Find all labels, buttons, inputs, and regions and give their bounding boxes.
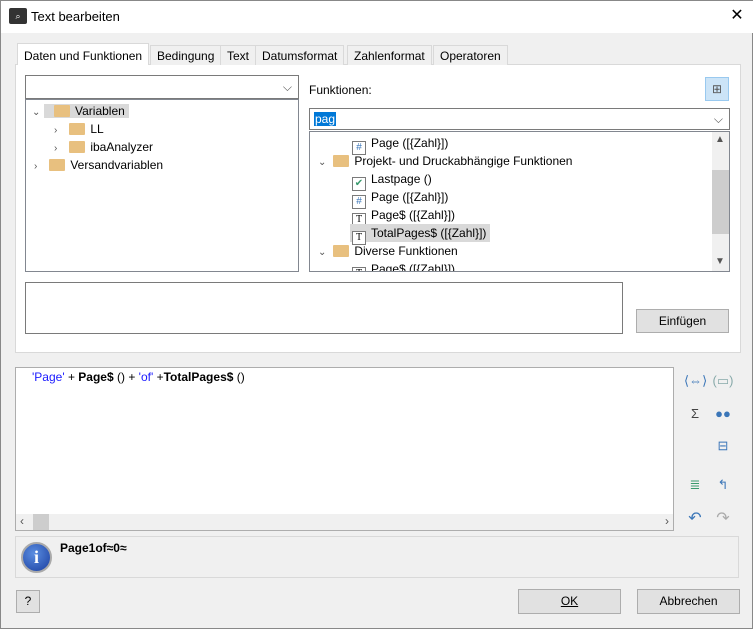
tab-bedingung[interactable]: Bedingung [150,45,222,65]
format-icon[interactable]: ⊟ [712,435,734,457]
formula-token-op: + [153,370,164,384]
tab-zahlenformat[interactable]: Zahlenformat [347,45,432,65]
formula-token-op: () [233,370,245,384]
tab-text[interactable]: Text [220,45,257,65]
function-item[interactable]: ✔ Lastpage () [352,170,432,191]
chevron-down-icon[interactable]: ⌄ [32,104,44,122]
chevron-down-icon: ⌵ [713,112,723,126]
chevron-down-icon: ⌵ [282,80,292,94]
function-item[interactable]: # Page ([{Zahl}]) [352,134,449,155]
ok-button[interactable]: OK [518,589,621,614]
function-description [25,282,623,334]
undo-icon[interactable]: ↶ [684,508,706,530]
function-search-input[interactable]: pag ⌵ [309,108,730,130]
folder-icon [69,141,86,153]
app-icon: ⌕ [9,8,27,24]
scrollbar-thumb[interactable] [33,514,49,530]
horizontal-scrollbar[interactable]: ‹ › [16,514,673,530]
chevron-right-icon[interactable]: › [34,158,46,176]
function-item[interactable]: TPage$ ([{Zahl}]) [352,206,456,227]
scroll-up-icon[interactable]: ▲ [715,134,725,145]
formula-token-fn: Page$ [78,370,114,384]
function-item[interactable]: T Page$ ([{Zahl}]) [352,260,456,272]
scroll-down-icon[interactable]: ▼ [715,256,725,267]
window-title: Text bearbeiten [31,9,120,24]
tab-datumsformat[interactable]: Datumsformat [255,45,345,65]
search-value: pag [314,112,337,126]
formula-token-fn: TotalPages$ [163,370,234,384]
function-label: Page ([{Zahl}]) [371,190,449,204]
text-type-icon: T [352,267,366,271]
tree-item-variablen[interactable]: Variablen [44,104,129,118]
tree-item-versandvariablen[interactable]: › Versandvariablen [34,156,163,174]
tab-operatoren[interactable]: Operatoren [433,45,508,65]
variable-folder-icon [54,105,70,117]
folder-label: Projekt- und Druckabhängige Funktionen [354,154,573,168]
formula-token-str: 'of' [138,370,154,384]
formula-editor[interactable]: 'Page' + Page$ () + 'of' +TotalPages$ ()… [15,367,674,531]
function-label: TotalPages$ ([{Zahl}]) [371,226,487,240]
formula-token-str: 'Page' [32,370,65,384]
bracket-box-icon[interactable]: (▭) [712,370,734,392]
result-box: i Page1of≈0≈ [15,536,739,578]
folder-icon [333,245,350,257]
scroll-right-icon[interactable]: › [665,514,669,528]
cancel-button[interactable]: Abbrechen [637,589,740,614]
indent-icon[interactable]: ≣ [684,474,706,496]
tree-label: ibaAnalyzer [90,140,154,154]
function-tree[interactable]: # Page ([{Zahl}]) ⌄ Projekt- und Druckabh… [309,131,730,272]
vertical-scrollbar[interactable]: ▲ ▼ [712,132,729,271]
tree-item-ibaanalyzer[interactable]: › ibaAnalyzer [54,138,153,156]
tree-item-ll[interactable]: › LL [54,120,104,138]
function-folder[interactable]: ⌄ Projekt- und Druckabhängige Funktionen [318,152,572,170]
wrap-icon[interactable]: ↰ [712,474,734,496]
help-button[interactable]: ? [16,590,40,613]
formula-token-op: () + [113,370,139,384]
variable-tree[interactable]: ⌄ Variablen › LL › ibaAnalyzer › Versandv… [25,99,299,272]
sum-icon[interactable]: Σ [684,403,706,425]
tree-label: Variablen [75,104,125,118]
function-label: Page$ ([{Zahl}]) [371,262,456,272]
tree-label: Versandvariablen [70,158,164,172]
functions-label: Funktionen: [309,83,372,97]
printer-folder-icon [49,159,66,171]
close-button[interactable]: ✕ [725,5,749,27]
scrollbar-thumb[interactable] [712,170,729,234]
folder-icon [333,155,350,167]
function-label: Page ([{Zahl}]) [371,136,449,150]
insert-button[interactable]: Einfügen [636,309,729,333]
tab-daten-und-funktionen[interactable]: Daten und Funktionen [17,43,150,65]
users-icon[interactable]: ●● [712,403,734,425]
folder-label: Diverse Funktionen [354,244,458,258]
function-item[interactable]: # Page ([{Zahl}]) [352,188,449,209]
function-folder[interactable]: ⌄ Diverse Funktionen [318,242,458,260]
info-icon: i [21,542,52,573]
function-label: Lastpage () [371,172,432,186]
function-item-selected[interactable]: T TotalPages$ ([{Zahl}]) [350,224,491,245]
formula-text: 'Page' + Page$ () + 'of' +TotalPages$ () [32,370,245,384]
formula-token-op: + [64,370,79,384]
redo-icon[interactable]: ↷ [712,508,734,530]
bracket-expand-icon[interactable]: ⟨⇔⟩ [684,370,707,392]
scroll-left-icon[interactable]: ‹ [20,514,24,528]
function-label: Page$ ([{Zahl}]) [371,208,456,222]
chevron-down-icon[interactable]: ⌄ [318,154,330,172]
chevron-down-icon[interactable]: ⌄ [318,244,330,262]
folder-icon [69,123,86,135]
expand-collapse-toggle-icon[interactable]: ⊞ [705,77,729,101]
tree-label: LL [90,122,104,136]
result-text: Page1of≈0≈ [60,541,127,555]
variable-combo[interactable]: ⌵ [25,75,299,99]
